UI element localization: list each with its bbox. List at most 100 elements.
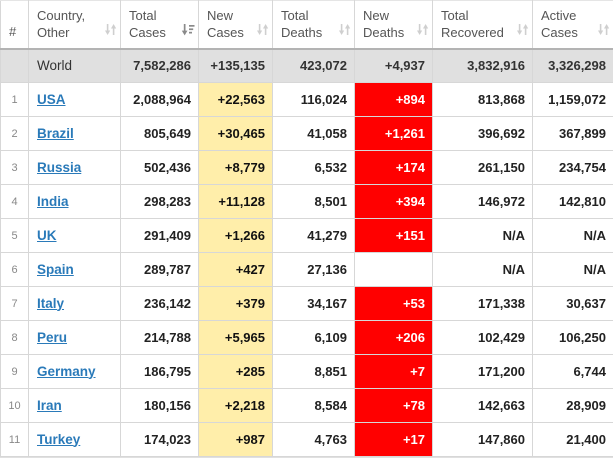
cell-rank: 3 bbox=[1, 151, 29, 185]
table-row: 8Peru214,788+5,9656,109+206102,429106,25… bbox=[1, 321, 613, 355]
sort-icon bbox=[338, 23, 351, 40]
cell-country: Germany bbox=[29, 355, 121, 389]
cell-rank: 5 bbox=[1, 219, 29, 253]
column-header-label: Country, Other bbox=[37, 8, 85, 40]
cell-total_cases: 186,795 bbox=[121, 355, 199, 389]
country-link[interactable]: Brazil bbox=[37, 126, 74, 141]
cell-total_deaths: 41,279 bbox=[273, 219, 355, 253]
column-header-label: New Cases bbox=[207, 8, 244, 40]
column-header-active_cases[interactable]: Active Cases bbox=[533, 1, 613, 49]
cell-rank: 2 bbox=[1, 117, 29, 151]
column-header-total_deaths[interactable]: Total Deaths bbox=[273, 1, 355, 49]
country-link[interactable]: India bbox=[37, 194, 69, 209]
cell-active_cases: 234,754 bbox=[533, 151, 613, 185]
cell-rank: 6 bbox=[1, 253, 29, 287]
cell-total_recovered: 147,860 bbox=[433, 423, 533, 457]
table-row: 2Brazil805,649+30,46541,058+1,261396,692… bbox=[1, 117, 613, 151]
cell-active_cases: 21,400 bbox=[533, 423, 613, 457]
cell-total_recovered: 396,692 bbox=[433, 117, 533, 151]
cell-country: Brazil bbox=[29, 117, 121, 151]
cell-total_deaths: 423,072 bbox=[273, 49, 355, 83]
cell-country: Turkey bbox=[29, 423, 121, 457]
table-row: 9Germany186,795+2858,851+7171,2006,744 bbox=[1, 355, 613, 389]
column-header-new_cases[interactable]: New Cases bbox=[199, 1, 273, 49]
cell-new_cases: +22,563 bbox=[199, 83, 273, 117]
sort-icon bbox=[597, 23, 610, 40]
table-row: 6Spain289,787+42727,136N/AN/A bbox=[1, 253, 613, 287]
cell-active_cases: 30,637 bbox=[533, 287, 613, 321]
cell-new_deaths: +78 bbox=[355, 389, 433, 423]
cell-total_deaths: 34,167 bbox=[273, 287, 355, 321]
country-link[interactable]: Spain bbox=[37, 262, 74, 277]
cell-new_deaths: +7 bbox=[355, 355, 433, 389]
cell-new_cases: +285 bbox=[199, 355, 273, 389]
cell-country: Iran bbox=[29, 389, 121, 423]
cell-country: Spain bbox=[29, 253, 121, 287]
column-header-label: # bbox=[9, 24, 16, 39]
country-link[interactable]: Turkey bbox=[37, 432, 80, 447]
cell-total_recovered: 3,832,916 bbox=[433, 49, 533, 83]
cell-new_cases: +11,128 bbox=[199, 185, 273, 219]
country-link[interactable]: USA bbox=[37, 92, 66, 107]
cell-total_deaths: 8,851 bbox=[273, 355, 355, 389]
cell-new_deaths: +174 bbox=[355, 151, 433, 185]
cell-new_cases: +427 bbox=[199, 253, 273, 287]
column-header-total_cases[interactable]: Total Cases bbox=[121, 1, 199, 49]
column-header-label: Active Cases bbox=[541, 8, 578, 40]
table-row: 3Russia502,436+8,7796,532+174261,150234,… bbox=[1, 151, 613, 185]
country-link[interactable]: Iran bbox=[37, 398, 62, 413]
country-link[interactable]: UK bbox=[37, 228, 57, 243]
cell-total_recovered: 146,972 bbox=[433, 185, 533, 219]
cell-new_deaths: +1,261 bbox=[355, 117, 433, 151]
cell-total_deaths: 27,136 bbox=[273, 253, 355, 287]
cell-rank: 7 bbox=[1, 287, 29, 321]
cell-total_recovered: 102,429 bbox=[433, 321, 533, 355]
cell-new_deaths: +394 bbox=[355, 185, 433, 219]
table-row: 11Turkey174,023+9874,763+17147,86021,400 bbox=[1, 423, 613, 457]
cell-total_cases: 7,582,286 bbox=[121, 49, 199, 83]
cell-total_cases: 502,436 bbox=[121, 151, 199, 185]
cell-rank: 10 bbox=[1, 389, 29, 423]
cell-total_recovered: N/A bbox=[433, 253, 533, 287]
cell-new_deaths: +151 bbox=[355, 219, 433, 253]
country-link[interactable]: Peru bbox=[37, 330, 67, 345]
cell-total_cases: 214,788 bbox=[121, 321, 199, 355]
cell-active_cases: 28,909 bbox=[533, 389, 613, 423]
table-row: 7Italy236,142+37934,167+53171,33830,637 bbox=[1, 287, 613, 321]
cell-active_cases: 142,810 bbox=[533, 185, 613, 219]
cell-total_deaths: 6,532 bbox=[273, 151, 355, 185]
cell-new_cases: +2,218 bbox=[199, 389, 273, 423]
cell-total_cases: 236,142 bbox=[121, 287, 199, 321]
table-row: 5UK291,409+1,26641,279+151N/AN/A bbox=[1, 219, 613, 253]
cell-rank: 4 bbox=[1, 185, 29, 219]
sort-icon bbox=[104, 23, 117, 40]
column-header-country[interactable]: Country, Other bbox=[29, 1, 121, 49]
cell-active_cases: 6,744 bbox=[533, 355, 613, 389]
column-header-label: New Deaths bbox=[363, 8, 404, 40]
world-label: World bbox=[37, 58, 72, 73]
column-header-label: Total Cases bbox=[129, 8, 166, 40]
cell-new_cases: +5,965 bbox=[199, 321, 273, 355]
column-header-label: Total Deaths bbox=[281, 8, 322, 40]
cell-total_cases: 291,409 bbox=[121, 219, 199, 253]
column-header-new_deaths[interactable]: New Deaths bbox=[355, 1, 433, 49]
cell-total_deaths: 41,058 bbox=[273, 117, 355, 151]
cell-country: World bbox=[29, 49, 121, 83]
covid-stats-table: # Country, Other Total Cases New Cases Total… bbox=[0, 0, 613, 457]
cell-active_cases: N/A bbox=[533, 219, 613, 253]
country-link[interactable]: Italy bbox=[37, 296, 64, 311]
country-link[interactable]: Germany bbox=[37, 364, 96, 379]
cell-country: Peru bbox=[29, 321, 121, 355]
cell-active_cases: 3,326,298 bbox=[533, 49, 613, 83]
sort-icon bbox=[256, 23, 269, 40]
column-header-total_recovered[interactable]: Total Recovered bbox=[433, 1, 533, 49]
country-link[interactable]: Russia bbox=[37, 160, 81, 175]
sort-desc-icon bbox=[181, 23, 195, 40]
cell-new_cases: +379 bbox=[199, 287, 273, 321]
cell-new_deaths bbox=[355, 253, 433, 287]
table-row: 1USA2,088,964+22,563116,024+894813,8681,… bbox=[1, 83, 613, 117]
cell-new_deaths: +17 bbox=[355, 423, 433, 457]
cell-rank bbox=[1, 49, 29, 83]
sort-icon bbox=[516, 23, 529, 40]
cell-total_cases: 298,283 bbox=[121, 185, 199, 219]
